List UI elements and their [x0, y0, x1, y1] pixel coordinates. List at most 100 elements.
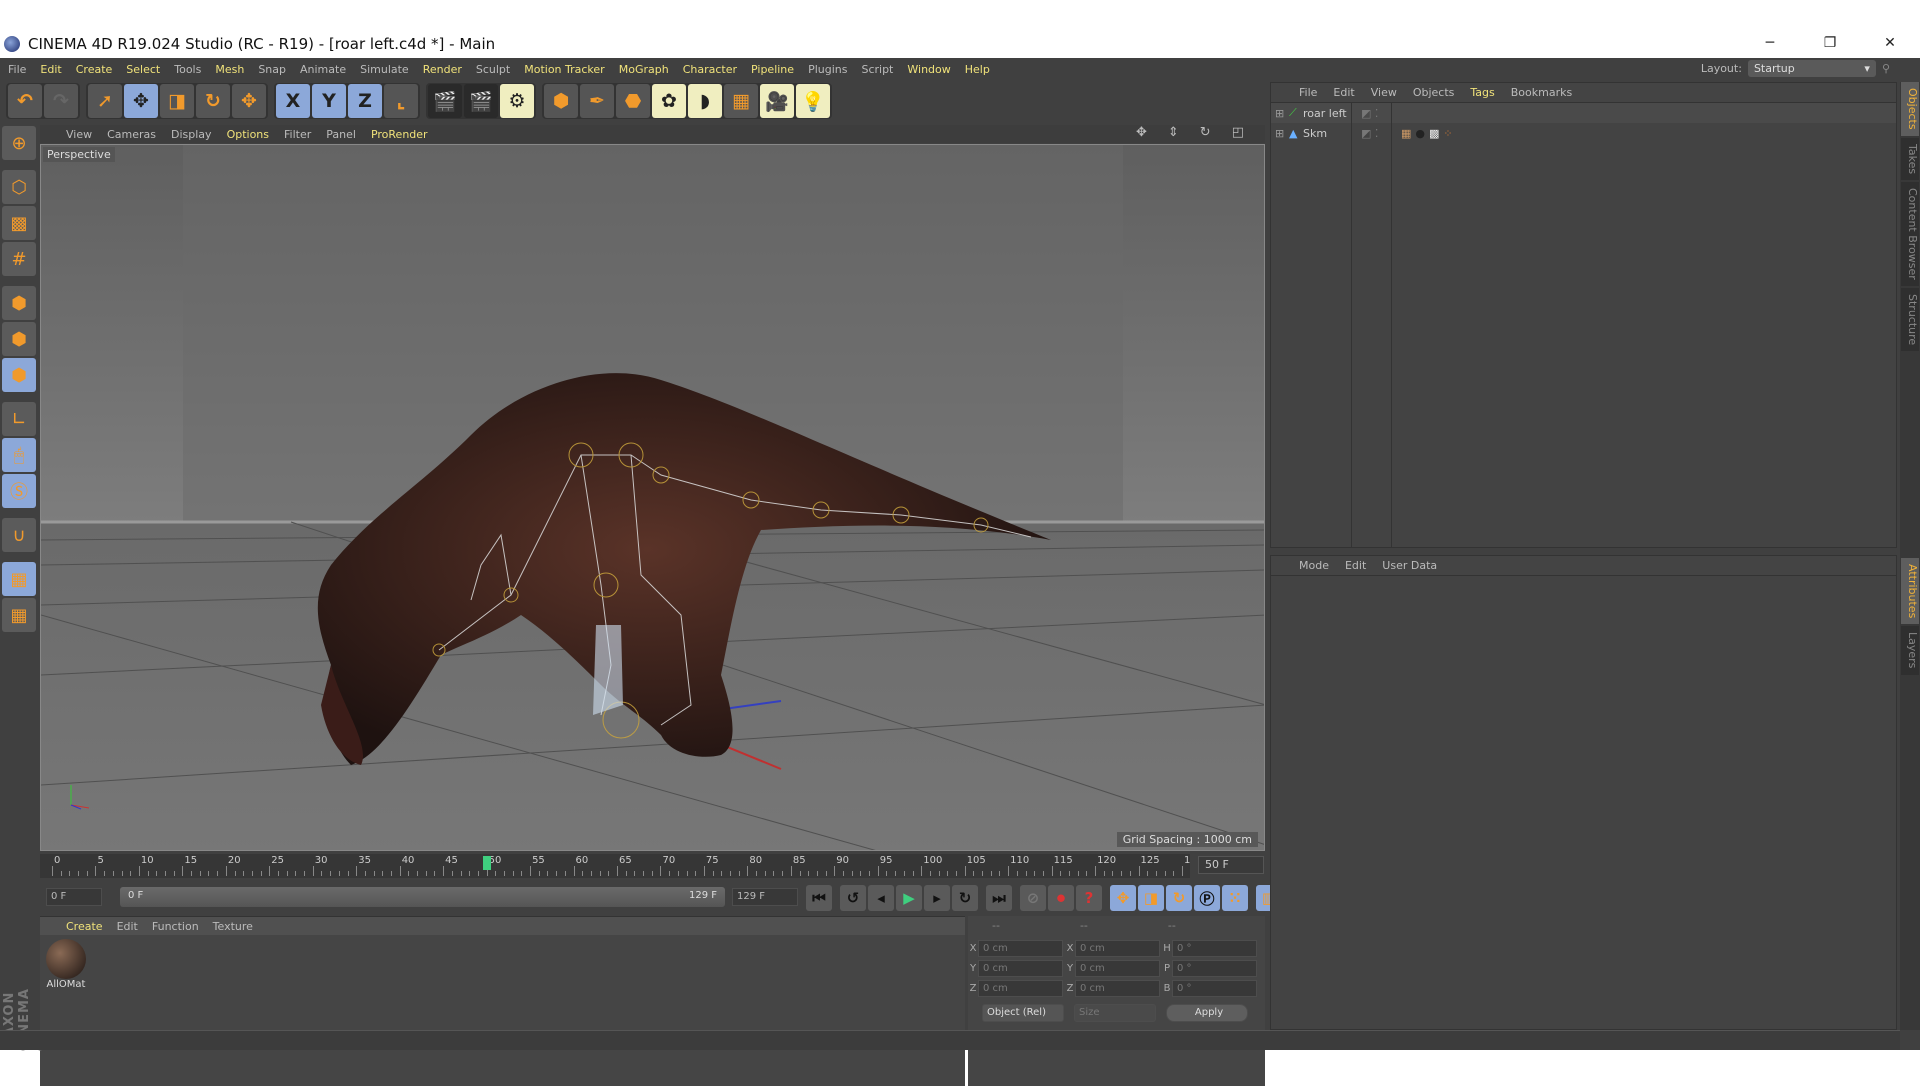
object-menu-file[interactable]: File	[1299, 86, 1317, 99]
viewport-menu-display[interactable]: Display	[171, 128, 212, 141]
render-settings-button[interactable]: ⚙	[500, 84, 534, 118]
material-tag-icon[interactable]: ▦	[1401, 127, 1411, 140]
checker-tag-icon[interactable]: ▩	[1429, 127, 1439, 140]
z-axis-button[interactable]: Z	[348, 84, 382, 118]
object-menu-bookmarks[interactable]: Bookmarks	[1511, 86, 1572, 99]
deformer-button[interactable]: ◗	[688, 84, 722, 118]
viewport-menu-filter[interactable]: Filter	[284, 128, 311, 141]
coordinate-system-button[interactable]: ⌞	[384, 84, 418, 118]
x-axis-button[interactable]: X	[276, 84, 310, 118]
make-editable-button[interactable]: ⊕	[2, 126, 36, 160]
previous-key-button[interactable]: ↺	[840, 885, 866, 911]
menu-snap[interactable]: Snap	[258, 63, 286, 76]
size-field[interactable]: 0 cm	[1075, 959, 1160, 977]
viewport-menu-options[interactable]: Options	[227, 128, 269, 141]
key-rotation-button[interactable]: ↻	[1166, 885, 1192, 911]
previous-frame-button[interactable]: ◂	[868, 885, 894, 911]
tab-objects[interactable]: Objects	[1901, 82, 1919, 136]
min-frame-field[interactable]: 0 F	[46, 888, 102, 906]
keyframe-selection-button[interactable]: ?	[1076, 885, 1102, 911]
move-button[interactable]: ✥	[124, 84, 158, 118]
menu-file[interactable]: File	[8, 63, 26, 76]
coord-mode-dropdown[interactable]: Object (Rel)	[982, 1004, 1064, 1022]
menu-motion-tracker[interactable]: Motion Tracker	[524, 63, 604, 76]
key-pla-button[interactable]: ⁙	[1222, 885, 1248, 911]
tab-layers[interactable]: Layers	[1901, 626, 1919, 675]
zoom-icon[interactable]: ⇕	[1168, 125, 1179, 140]
object-menu-tags[interactable]: Tags	[1470, 86, 1494, 99]
tab-attributes[interactable]: Attributes	[1901, 558, 1919, 625]
rotation-field[interactable]: 0 °	[1172, 959, 1257, 977]
render-view-button[interactable]: 🎬	[428, 84, 462, 118]
object-name[interactable]: roar left	[1303, 107, 1361, 120]
visibility-icon[interactable]: ◩ ⁚	[1361, 127, 1401, 140]
toggle-layout-icon[interactable]: ◰	[1232, 125, 1244, 140]
points-mode-button[interactable]: ⬢	[2, 286, 36, 320]
edges-mode-button[interactable]: ⬢	[2, 322, 36, 356]
menu-animate[interactable]: Animate	[300, 63, 346, 76]
menu-simulate[interactable]: Simulate	[360, 63, 409, 76]
menu-help[interactable]: Help	[965, 63, 990, 76]
next-key-button[interactable]: ↻	[952, 885, 978, 911]
viewport-menu-prorender[interactable]: ProRender	[371, 128, 428, 141]
go-to-end-button[interactable]: ⏭	[986, 885, 1012, 911]
viewport-menu-panel[interactable]: Panel	[326, 128, 356, 141]
key-parameter-button[interactable]: Ⓟ	[1194, 885, 1220, 911]
frame-range-slider[interactable]: 0 F 129 F	[120, 887, 725, 907]
material-menu-function[interactable]: Function	[152, 920, 199, 933]
cube-button[interactable]: ⬢	[544, 84, 578, 118]
material-menu-edit[interactable]: Edit	[117, 920, 138, 933]
autokey-button[interactable]: ⏺	[1048, 885, 1074, 911]
menu-render[interactable]: Render	[423, 63, 462, 76]
search-icon[interactable]: ⚲	[1882, 62, 1890, 75]
light-button[interactable]: 💡	[796, 84, 830, 118]
planar-workplane-button[interactable]: ▦	[2, 598, 36, 632]
size-field[interactable]: 0 cm	[1075, 979, 1160, 997]
size-mode-dropdown[interactable]: Size	[1074, 1004, 1156, 1022]
menu-mograph[interactable]: MoGraph	[619, 63, 669, 76]
weight-tag-icon[interactable]: ⁘	[1443, 127, 1452, 140]
object-row[interactable]: ⊞ ⟋ roar left ◩ ⁚	[1271, 103, 1896, 123]
pan-icon[interactable]: ✥	[1136, 125, 1147, 140]
menu-edit[interactable]: Edit	[40, 63, 61, 76]
expand-icon[interactable]: ⊞	[1275, 107, 1289, 120]
camera-label[interactable]: Perspective	[43, 147, 115, 162]
viewport-menu-cameras[interactable]: Cameras	[107, 128, 156, 141]
material-menu-create[interactable]: Create	[66, 920, 103, 933]
transform-button[interactable]: ✥	[232, 84, 266, 118]
render-picture-viewer-button[interactable]: 🎬	[464, 84, 498, 118]
redo-button[interactable]: ↷	[44, 84, 78, 118]
scale-button[interactable]: ◨	[160, 84, 194, 118]
orbit-icon[interactable]: ↻	[1200, 125, 1211, 140]
attribute-menu-edit[interactable]: Edit	[1345, 559, 1366, 572]
key-scale-button[interactable]: ◨	[1138, 885, 1164, 911]
live-selection-button[interactable]: ➚	[88, 84, 122, 118]
menu-window[interactable]: Window	[907, 63, 950, 76]
locked-workplane-button[interactable]: ▦	[2, 562, 36, 596]
attribute-menu-user-data[interactable]: User Data	[1382, 559, 1437, 572]
visibility-icon[interactable]: ◩ ⁚	[1361, 107, 1401, 120]
object-menu-view[interactable]: View	[1371, 86, 1397, 99]
subdivision-button[interactable]: ⬣	[616, 84, 650, 118]
menu-mesh[interactable]: Mesh	[215, 63, 244, 76]
position-field[interactable]: 0 cm	[978, 939, 1063, 957]
snap-button[interactable]: ∪	[2, 518, 36, 552]
rotation-field[interactable]: 0 °	[1172, 939, 1257, 957]
playhead[interactable]	[482, 856, 491, 870]
menu-plugins[interactable]: Plugins	[808, 63, 847, 76]
texture-tag-icon[interactable]: ●	[1415, 127, 1425, 140]
position-field[interactable]: 0 cm	[978, 979, 1063, 997]
workplane-button[interactable]: #	[2, 242, 36, 276]
enable-axis-button[interactable]: ∟	[2, 402, 36, 436]
rotation-field[interactable]: 0 °	[1172, 979, 1257, 997]
menu-sculpt[interactable]: Sculpt	[476, 63, 510, 76]
tweak-mode-button[interactable]: 🖱	[2, 438, 36, 472]
undo-button[interactable]: ↶	[8, 84, 42, 118]
next-frame-button[interactable]: ▸	[924, 885, 950, 911]
close-button[interactable]: ✕	[1862, 29, 1918, 58]
menu-pipeline[interactable]: Pipeline	[751, 63, 794, 76]
material-menu-texture[interactable]: Texture	[213, 920, 253, 933]
object-row[interactable]: ⊞ ▲ Skm ◩ ⁚ ▦ ● ▩ ⁘	[1271, 123, 1896, 143]
attribute-menu-mode[interactable]: Mode	[1299, 559, 1329, 572]
rotate-button[interactable]: ↻	[196, 84, 230, 118]
